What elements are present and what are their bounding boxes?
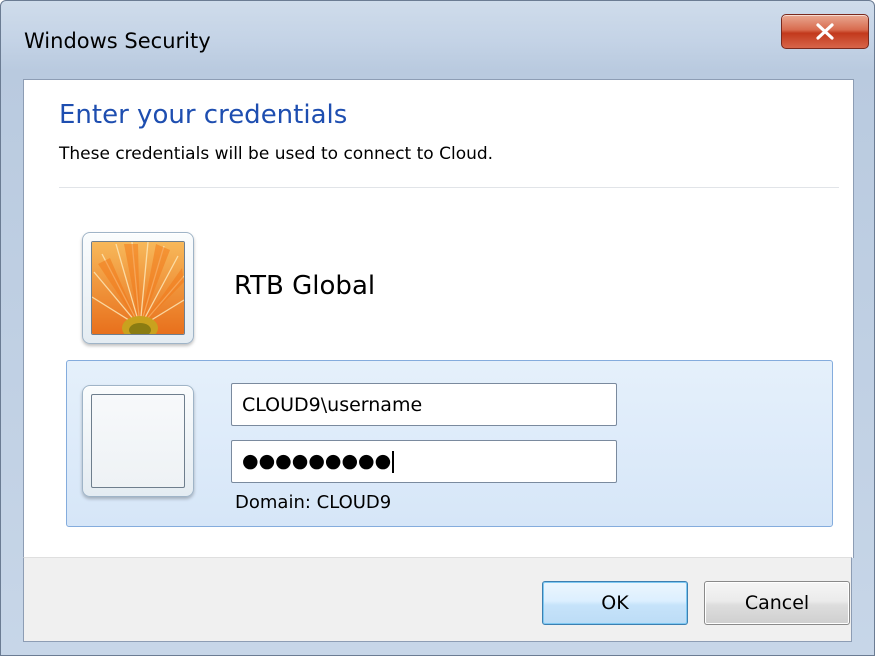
cancel-button[interactable]: Cancel bbox=[704, 581, 850, 625]
password-mask: ●●●●●●●●● bbox=[242, 450, 392, 472]
windows-security-dialog: Windows Security Enter your credentials … bbox=[0, 0, 875, 656]
flower-avatar-icon bbox=[91, 241, 185, 335]
blank-avatar-icon bbox=[91, 394, 185, 488]
dialog-footer: OK Cancel bbox=[23, 557, 852, 642]
saved-account-name[interactable]: RTB Global bbox=[234, 271, 375, 301]
password-field[interactable]: ●●●●●●●●● bbox=[231, 440, 617, 483]
ok-button[interactable]: OK bbox=[542, 581, 688, 625]
saved-account-tile[interactable] bbox=[82, 232, 194, 344]
title-bar[interactable]: Windows Security bbox=[1, 1, 874, 79]
dialog-subtitle: These credentials will be used to connec… bbox=[59, 144, 494, 164]
dialog-content: Enter your credentials These credentials… bbox=[23, 79, 854, 558]
text-caret bbox=[392, 450, 395, 473]
dialog-heading: Enter your credentials bbox=[59, 100, 348, 130]
close-icon bbox=[816, 23, 834, 40]
divider bbox=[59, 187, 839, 188]
window-title: Windows Security bbox=[24, 29, 211, 53]
close-button[interactable] bbox=[781, 14, 869, 49]
new-credential-tile bbox=[82, 385, 194, 497]
domain-label: Domain: CLOUD9 bbox=[235, 492, 392, 513]
username-field[interactable] bbox=[231, 383, 617, 426]
